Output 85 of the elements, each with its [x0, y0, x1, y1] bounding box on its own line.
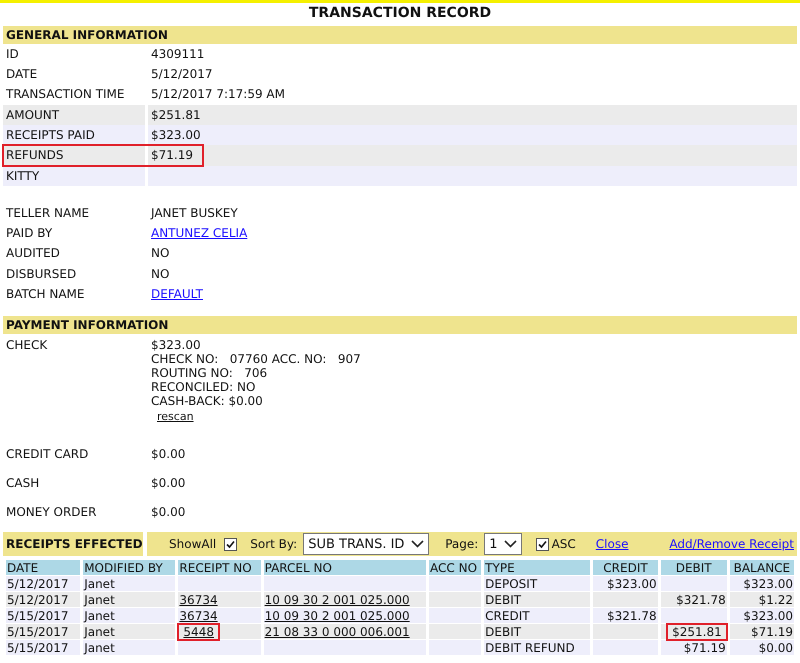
page-title: TRANSACTION RECORD: [308, 4, 492, 23]
field-value: 5/12/2017 7:17:59 AM: [150, 86, 286, 104]
field-value: $0.00: [150, 446, 186, 462]
field-label: ID: [5, 46, 20, 63]
check-detail: CHECK NO: 07760 ACC. NO: 907: [151, 352, 361, 366]
section-header: RECEIPTS EFFECTED: [3, 532, 143, 556]
value-link[interactable]: DEFAULT: [151, 287, 203, 302]
field-value: $251.81: [148, 104, 797, 125]
checkbox[interactable]: [224, 538, 238, 551]
toolbar-link[interactable]: Add/Remove Receipt: [669, 537, 794, 552]
value-link[interactable]: ANTUNEZ CELIA: [151, 226, 248, 241]
dropdown[interactable]: 1: [484, 533, 522, 556]
column-header: DEBIT: [660, 560, 727, 576]
caret-icon: [411, 540, 424, 548]
section-header: PAYMENT INFORMATION: [3, 316, 797, 334]
table-cell: DEBIT: [485, 592, 522, 607]
field-value: 5/12/2017: [150, 66, 214, 84]
field-value: NO: [151, 266, 170, 282]
field-label: KITTY: [3, 166, 145, 186]
check-detail: ROUTING NO: 706: [151, 366, 268, 380]
table-cell: $71.19: [684, 640, 726, 655]
table-cell: $251.81: [668, 624, 726, 639]
checkbox-label: ASC: [552, 537, 576, 552]
table-cell: 5/15/2017: [7, 624, 69, 639]
column-header: BALANCE: [730, 560, 794, 576]
field-value: $0.00: [150, 504, 186, 520]
field-label: RECEIPTS PAID: [3, 124, 145, 146]
table-cell: $71.19: [751, 624, 793, 639]
column-header: ACC NO: [429, 560, 482, 576]
table-cell: 5/12/2017: [7, 576, 69, 591]
table-cell: DEPOSIT: [485, 576, 538, 591]
checkbox[interactable]: [536, 538, 549, 551]
field-value: $0.00: [150, 476, 186, 490]
field-value: $71.19: [148, 145, 797, 166]
caret-icon: [504, 540, 517, 548]
table-cell: $0.00: [758, 640, 793, 655]
table-cell: $323.00: [743, 608, 793, 623]
field-label: DISBURSED: [5, 266, 78, 283]
field-value: 4309111: [150, 46, 206, 63]
table-cell: 5/15/2017: [7, 640, 69, 655]
column-header: DATE: [6, 560, 80, 576]
column-header: PARCEL NO: [264, 560, 426, 576]
check-detail: CASH-BACK: $0.00: [151, 394, 264, 408]
table-cell: Janet: [84, 608, 115, 623]
field-value: JANET BUSKEY: [151, 206, 238, 220]
field-label: CASH: [5, 476, 40, 490]
table-cell: DEBIT REFUND: [485, 640, 575, 655]
column-header: RECEIPT NO: [178, 560, 261, 576]
table-cell: DEBIT: [485, 624, 522, 639]
section-header: GENERAL INFORMATION: [3, 26, 797, 44]
select-label: Page:: [445, 537, 478, 552]
field-label: TRANSACTION TIME: [5, 86, 126, 104]
field-label: AUDITED: [5, 245, 61, 262]
table-cell: Janet: [84, 576, 115, 591]
field-value: $323.00: [148, 124, 797, 146]
field-value: NO: [151, 246, 170, 261]
table-cell: Janet: [84, 592, 115, 607]
field-label: PAID BY: [5, 225, 54, 242]
column-header: CREDIT: [593, 560, 658, 576]
table-cell: Janet: [84, 640, 115, 655]
field-label: AMOUNT: [3, 104, 145, 125]
field-label: TELLER NAME: [5, 204, 90, 222]
table-cell: $323.00: [743, 576, 793, 591]
toolbar-link[interactable]: Close: [596, 537, 628, 552]
table-cell: CREDIT: [485, 608, 530, 623]
check-detail: RECONCILED: NO: [151, 380, 256, 394]
field-label: DATE: [5, 66, 38, 84]
dropdown[interactable]: SUB TRANS. ID: [303, 533, 430, 556]
table-cell: 5/12/2017: [7, 592, 69, 607]
field-label: CHECK: [5, 338, 48, 354]
table-cell: $1.22: [758, 592, 793, 607]
column-header: TYPE: [484, 560, 590, 576]
field-value: $323.00: [151, 338, 202, 352]
table-cell: 5/15/2017: [7, 608, 69, 623]
select-label: Sort By:: [250, 537, 298, 552]
field-label: CREDIT CARD: [5, 446, 90, 462]
field-label: MONEY ORDER: [5, 504, 98, 520]
table-cell: $323.00: [606, 576, 657, 591]
table-cell: $321.78: [676, 592, 726, 607]
table-cell: Janet: [84, 624, 115, 639]
rescan-link[interactable]: rescan: [157, 410, 194, 424]
table-cell: $321.78: [606, 608, 657, 623]
checkbox-label: ShowAll: [169, 537, 216, 552]
column-header: MODIFIED BY: [83, 560, 176, 576]
field-label: BATCH NAME: [5, 286, 86, 304]
